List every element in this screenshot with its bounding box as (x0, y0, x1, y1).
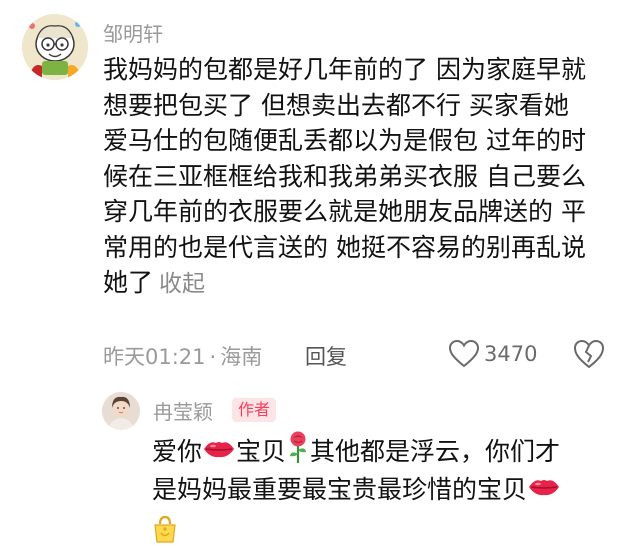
comment-line: 穿几年前的衣服要么就是她朋友品牌送的 平 (103, 197, 586, 226)
reply-line: 爱你 宝贝 其他都是浮云，你们才 (152, 430, 622, 470)
comment-time: 昨天01:21 (103, 345, 206, 369)
comment-last-line: 她了 收起 (103, 265, 613, 301)
bag-emoji-icon (152, 514, 178, 548)
commenter-username[interactable]: 邹明轩 (103, 18, 163, 47)
cartoon-avatar-icon (22, 14, 88, 80)
reply-line (152, 510, 622, 554)
comment-line: 候在三亚框框给我和我弟弟买衣服 自己要么 (103, 161, 586, 191)
reply-text-segment: 其他都是浮云，你们才 (310, 437, 561, 466)
like-count: 3470 (484, 342, 538, 366)
broken-heart-outline-icon (573, 339, 605, 369)
author-avatar[interactable] (102, 392, 140, 430)
reply-text-segment: 爱你 (152, 437, 203, 466)
author-badge: 作者 (232, 398, 277, 422)
heart-outline-icon (448, 339, 480, 368)
comment-line-text: 她了 (103, 268, 154, 297)
comment-line: 想要把包买了 但想卖出去都不行 买家看她 (103, 90, 569, 120)
reply-button[interactable]: 回复 (305, 341, 347, 371)
meta-separator: · (209, 345, 217, 369)
reply-text-segment: 是妈妈最重要最宝贵最珍惜的宝贝 (152, 475, 528, 504)
comment-line: 常用的也是代言送的 她挺不容易的别再乱说 (103, 232, 586, 262)
dislike-button[interactable] (572, 338, 606, 370)
comment-line: 我妈妈的包都是好几年前的了 因为家庭早就 (103, 55, 586, 84)
commenter-avatar[interactable] (22, 14, 88, 80)
author-photo-icon (102, 392, 140, 430)
comment-text: 我妈妈的包都是好几年前的了 因为家庭早就 想要把包买了 但想卖出去都不行 买家看… (103, 52, 613, 301)
comment-line: 爱马仕的包随便乱丢都以为是假包 过年的时 (103, 126, 586, 155)
comment-meta: 昨天01:21 · 海南 (103, 341, 262, 371)
kiss-lips-emoji-icon (527, 471, 561, 511)
kiss-lips-emoji-icon (202, 433, 236, 473)
comment-location: 海南 (220, 345, 263, 369)
author-username[interactable]: 冉莹颖 (153, 396, 213, 425)
comment-thread: 邹明轩 我妈妈的包都是好几年前的了 因为家庭早就 想要把包买了 但想卖出去都不行… (0, 0, 634, 560)
collapse-button[interactable]: 收起 (159, 271, 205, 297)
reply-line: 是妈妈最重要最宝贵最珍惜的宝贝 (152, 470, 622, 510)
reply-text-segment: 宝贝 (236, 437, 287, 466)
reply-text: 爱你 宝贝 其他都是浮云，你们才 是妈妈最重要最宝贵最珍惜的宝贝 (152, 430, 622, 554)
like-button[interactable]: 3470 (448, 338, 537, 370)
